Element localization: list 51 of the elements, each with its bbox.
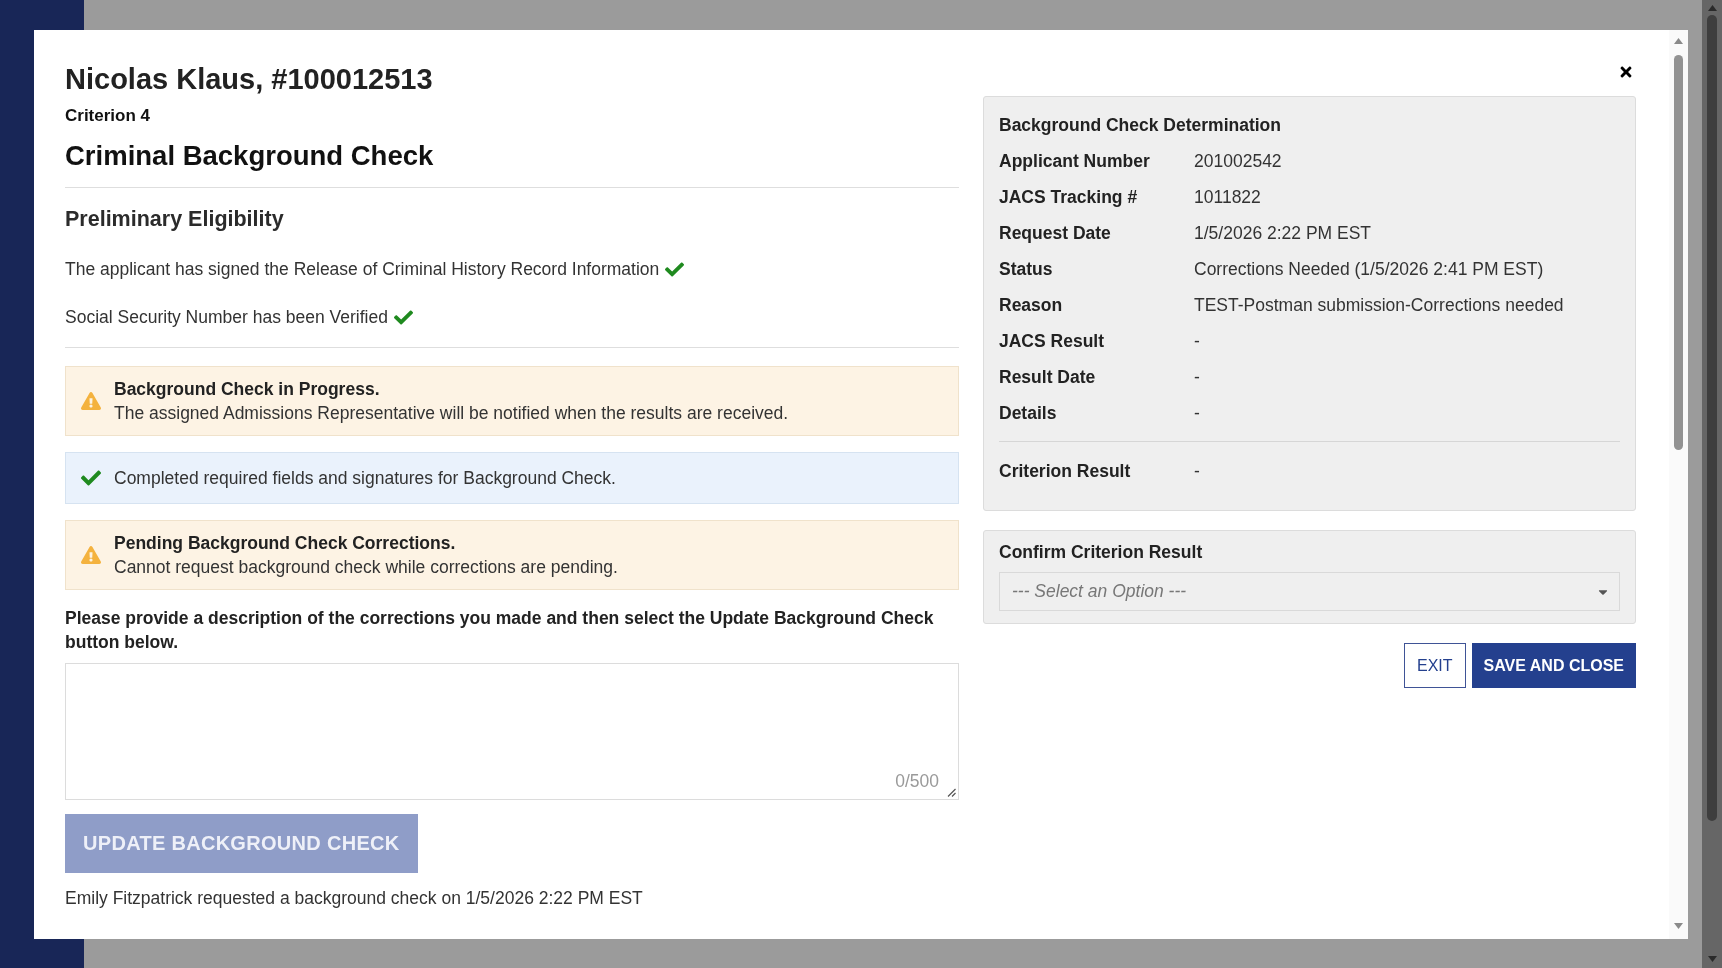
field-value: - xyxy=(1194,402,1201,425)
criterion-label: Criterion 4 xyxy=(65,105,152,127)
field-label: Request Date xyxy=(999,222,1112,245)
scrollbar[interactable] xyxy=(1669,30,1688,939)
field-value: - xyxy=(1194,330,1201,353)
request-note: Emily Fitzpatrick requested a background check on 1/5/2026 2:22 PM EST xyxy=(65,887,644,910)
warning-icon xyxy=(81,391,101,411)
resize-grip-icon[interactable] xyxy=(947,788,956,797)
field-label: Criterion Result xyxy=(999,460,1132,483)
result-select[interactable]: --- Select an Option --- xyxy=(999,572,1620,611)
panel-title: Background Check Determination xyxy=(999,114,1282,137)
close-icon xyxy=(1618,64,1634,80)
scrollbar-thumb[interactable] xyxy=(1674,55,1683,450)
exit-button[interactable]: EXIT xyxy=(1403,643,1466,688)
check-icon xyxy=(81,468,101,488)
alert-message: The assigned Admissions Representative will be notified when the results are received. xyxy=(114,402,789,425)
field-value: - xyxy=(1194,460,1201,483)
eligibility-text: The applicant has signed the Release of Criminal History Record Information xyxy=(65,258,660,281)
field-value: Corrections Needed (1/5/2026 2:41 PM EST) xyxy=(1194,258,1545,281)
scroll-up-icon[interactable] xyxy=(1707,5,1717,11)
warning-icon xyxy=(81,545,101,565)
description-field[interactable] xyxy=(65,663,959,800)
field-label: Applicant Number xyxy=(999,150,1151,173)
scroll-down-icon[interactable] xyxy=(1707,956,1717,962)
alert-title: Background Check in Progress. xyxy=(114,378,381,401)
scroll-down-icon[interactable] xyxy=(1674,923,1683,929)
field-label: JACS Result xyxy=(999,330,1106,353)
field-value: 1011822 xyxy=(1194,186,1262,209)
eligibility-text: Social Security Number has been Verified xyxy=(65,306,388,329)
field-value: 201002542 xyxy=(1194,150,1283,173)
alert-title: Pending Background Check Corrections. xyxy=(114,532,457,555)
section-heading: Criminal Background Check xyxy=(65,139,435,173)
alert-message: Cannot request background check while corrections are pending. xyxy=(114,556,618,579)
scrollbar-thumb[interactable] xyxy=(1707,15,1717,821)
field-label: Status xyxy=(999,258,1054,281)
field-label: Reason xyxy=(999,294,1064,317)
instruction-text: Please provide a description of the corrections you made and then select the Update Background Check button below. xyxy=(65,607,935,654)
scrollbar[interactable] xyxy=(1702,0,1722,968)
field-value: 1/5/2026 2:22 PM EST xyxy=(1194,222,1373,245)
panel-title: Confirm Criterion Result xyxy=(999,541,1204,563)
scroll-up-icon[interactable] xyxy=(1674,38,1683,44)
field-label: Result Date xyxy=(999,366,1097,389)
subsection-title: Preliminary Eligibility xyxy=(65,206,285,233)
field-value: - xyxy=(1194,366,1201,389)
dialog-title: Nicolas Klaus, #100012513 xyxy=(65,62,434,97)
field-label: JACS Tracking # xyxy=(999,186,1139,209)
alert-message: Completed required fields and signatures for Background Check. xyxy=(114,467,616,490)
save-and-close-button[interactable]: SAVE AND CLOSE xyxy=(1471,643,1636,688)
field-value: TEST-Postman submission-Corrections needed xyxy=(1194,294,1565,317)
character-counter: 0/500 xyxy=(895,771,939,791)
field-label: Details xyxy=(999,402,1058,425)
